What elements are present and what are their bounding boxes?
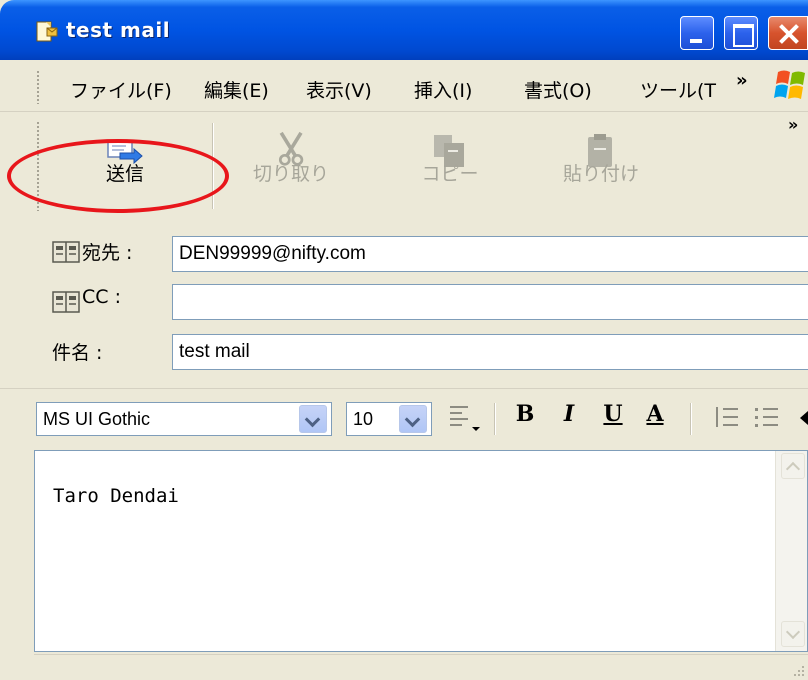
scroll-up-arrow-icon[interactable] <box>781 453 805 479</box>
subject-field[interactable]: test mail <box>172 334 808 370</box>
address-book-icon[interactable] <box>52 290 80 314</box>
toolbar: 送信 切り取り コピー 貼り付け » <box>0 113 808 223</box>
font-select[interactable]: MS UI Gothic <box>36 402 332 436</box>
menu-tools[interactable]: ツール(T <box>640 76 716 103</box>
menu-overflow-chevron-icon[interactable]: » <box>736 70 748 91</box>
address-book-icon[interactable] <box>52 240 80 264</box>
maximize-button[interactable] <box>724 16 758 50</box>
menu-file[interactable]: ファイル(F) <box>70 76 172 103</box>
scroll-down-arrow-icon[interactable] <box>781 621 805 647</box>
title-bar[interactable]: test mail <box>0 0 808 60</box>
paste-label: 貼り付け <box>562 163 639 185</box>
to-field[interactable]: DEN99999@nifty.com <box>172 236 808 272</box>
close-button[interactable] <box>768 16 808 50</box>
vertical-scrollbar[interactable] <box>775 451 807 651</box>
menubar-grip[interactable] <box>36 70 40 104</box>
menu-format[interactable]: 書式(O) <box>524 76 592 103</box>
font-select-value: MS UI Gothic <box>43 409 151 429</box>
bold-button[interactable]: B <box>510 401 540 427</box>
format-toolbar: MS UI Gothic 10 B I U A <box>0 388 808 446</box>
cc-row: CC : <box>0 276 808 324</box>
windows-logo-icon <box>774 70 805 99</box>
copy-button[interactable]: コピー <box>400 113 500 203</box>
mail-document-icon <box>36 21 58 42</box>
menu-edit[interactable]: 編集(E) <box>204 76 269 103</box>
send-label: 送信 <box>105 163 144 185</box>
resize-grip-icon[interactable] <box>790 662 806 678</box>
subject-row: 件名 : test mail <box>0 324 808 372</box>
send-button[interactable]: 送信 <box>60 113 190 203</box>
font-size-value: 10 <box>353 409 374 429</box>
window-title: test mail <box>66 18 171 42</box>
toolbar-separator <box>212 123 214 209</box>
message-text: Taro Dendai <box>53 485 179 507</box>
chevron-down-icon[interactable] <box>299 405 327 433</box>
cc-label: CC : <box>82 286 121 308</box>
menu-insert[interactable]: 挿入(I) <box>414 76 472 103</box>
menu-bar: ファイル(F) 編集(E) 表示(V) 挿入(I) 書式(O) ツール(T » <box>0 60 808 112</box>
underline-button[interactable]: U <box>598 401 628 427</box>
compose-window: test mail ファイル(F) 編集(E) 表示(V) 挿入(I) 書式(O… <box>0 0 808 680</box>
cc-field[interactable] <box>172 284 808 320</box>
paragraph-style-icon[interactable] <box>448 403 482 433</box>
copy-label: コピー <box>421 163 479 185</box>
menu-view[interactable]: 表示(V) <box>306 76 372 103</box>
italic-button[interactable]: I <box>554 401 584 427</box>
font-color-button[interactable]: A <box>640 401 670 427</box>
format-separator <box>494 403 496 435</box>
numbered-list-icon[interactable] <box>714 405 740 431</box>
toolbar-overflow-chevron-icon[interactable]: » <box>788 115 798 134</box>
bulleted-list-icon[interactable] <box>754 405 780 431</box>
minimize-button[interactable] <box>680 16 714 50</box>
chevron-down-icon[interactable] <box>399 405 427 433</box>
subject-label: 件名 : <box>52 342 103 364</box>
more-formatting-icon[interactable] <box>798 409 808 427</box>
format-separator <box>690 403 692 435</box>
message-body[interactable]: Taro Dendai <box>34 450 808 652</box>
cut-button[interactable]: 切り取り <box>236 113 346 203</box>
cut-label: 切り取り <box>252 163 329 185</box>
toolbar-grip[interactable] <box>36 121 40 211</box>
paste-button[interactable]: 貼り付け <box>546 113 656 203</box>
font-size-select[interactable]: 10 <box>346 402 432 436</box>
to-row: 宛先 : DEN99999@nifty.com <box>0 228 808 276</box>
status-bar <box>34 654 808 680</box>
to-label: 宛先 : <box>82 242 133 264</box>
